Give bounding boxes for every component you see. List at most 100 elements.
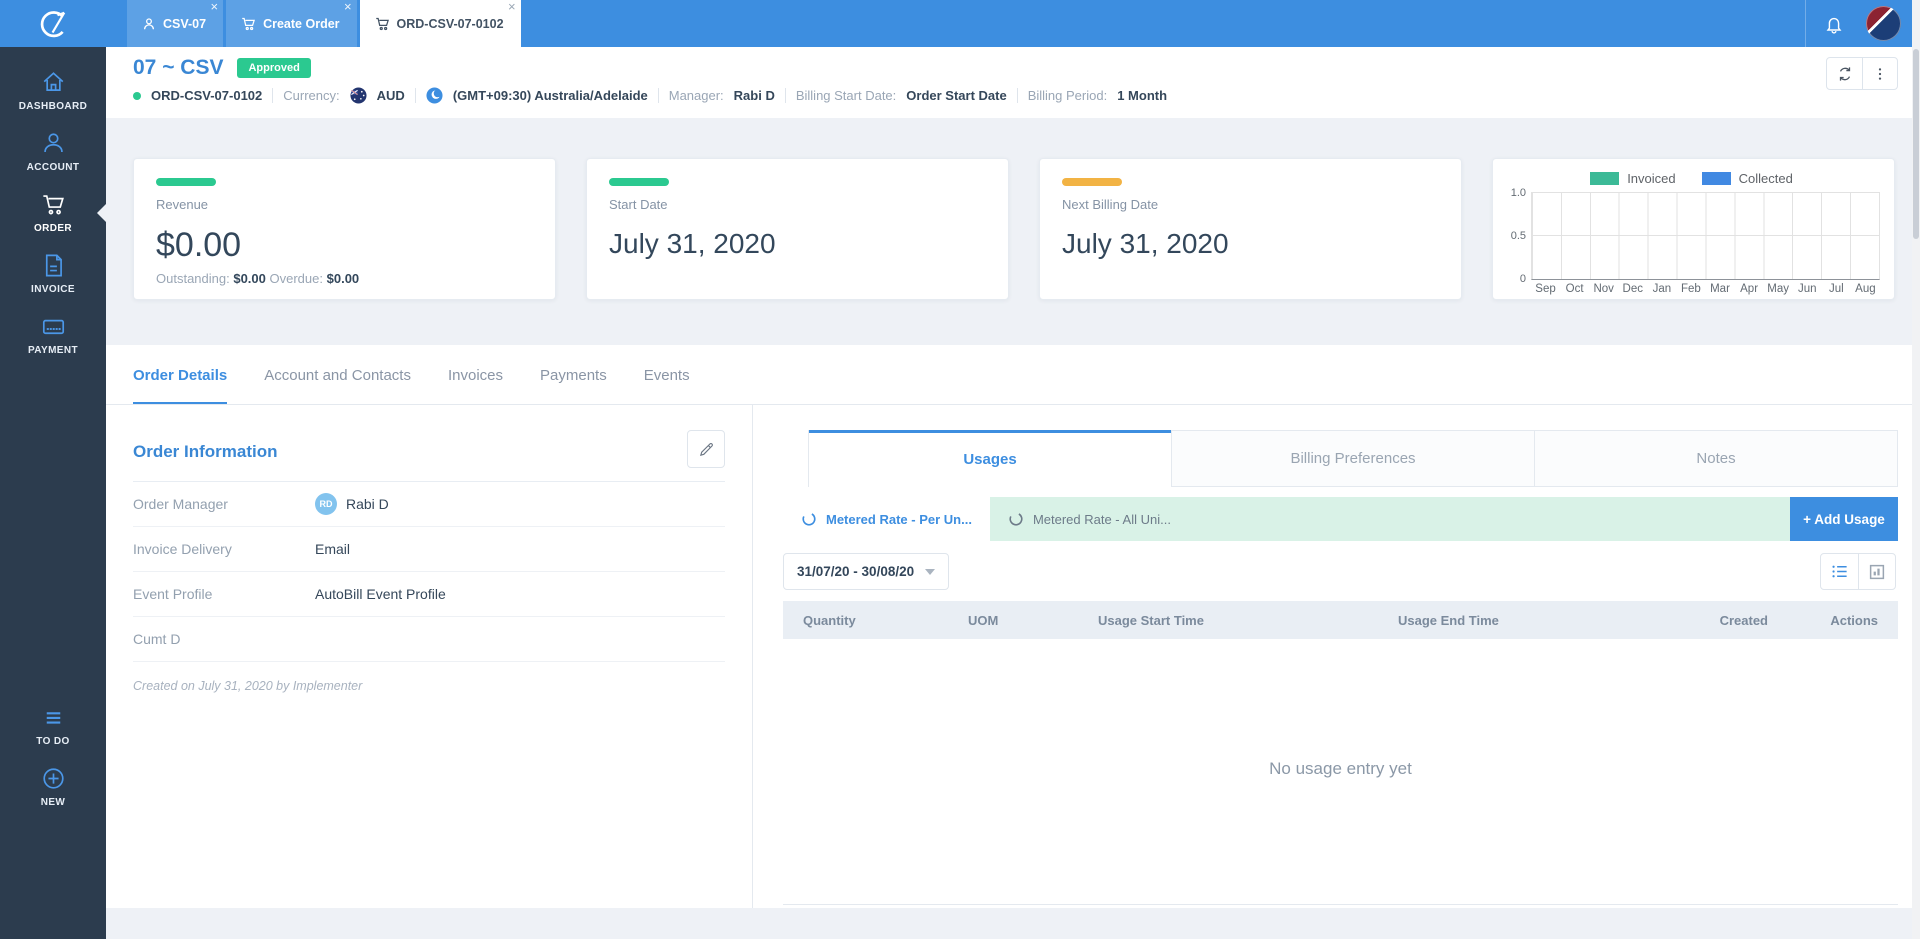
topbar-right bbox=[1805, 0, 1912, 47]
y-tick: 1.0 bbox=[1511, 187, 1526, 199]
page-scrollbar[interactable] bbox=[1912, 0, 1920, 939]
tab-payments[interactable]: Payments bbox=[540, 367, 607, 405]
info-label: Order Manager bbox=[133, 496, 315, 512]
billing-start-value: Order Start Date bbox=[906, 88, 1006, 103]
invoiced-collected-chart-card: Invoiced Collected 1.0 0.5 0 Sep Oct Nov bbox=[1492, 158, 1895, 300]
tab-order-details[interactable]: Order Details bbox=[133, 367, 227, 405]
overdue-value: $0.00 bbox=[327, 271, 360, 286]
sidebar-item-todo[interactable]: TO DO bbox=[0, 695, 106, 756]
meter-icon bbox=[801, 511, 817, 527]
sidebar-item-label: DASHBOARD bbox=[19, 101, 88, 112]
legend-label: Invoiced bbox=[1627, 171, 1675, 186]
x-tick: Nov bbox=[1589, 283, 1618, 295]
chevron-down-icon bbox=[925, 569, 935, 575]
x-tick: Feb bbox=[1676, 283, 1705, 295]
billing-period-label: Billing Period: bbox=[1028, 88, 1108, 103]
app-logo[interactable] bbox=[0, 0, 106, 47]
tab-account-and-contacts[interactable]: Account and Contacts bbox=[264, 367, 411, 405]
charge-chip-metered-all-units[interactable]: Metered Rate - All Uni... bbox=[990, 497, 1189, 541]
column-header-usage-start-time: Usage Start Time bbox=[1098, 613, 1398, 628]
workspace-tab-label: Create Order bbox=[263, 17, 339, 31]
meter-icon bbox=[1008, 511, 1024, 527]
app-window: CSV-07 × Create Order × ORD-CSV-07-0102 … bbox=[0, 0, 1920, 939]
edit-order-button[interactable] bbox=[687, 430, 725, 468]
info-row-cumt-d: Cumt D bbox=[133, 617, 725, 662]
close-icon[interactable]: × bbox=[508, 0, 516, 14]
currency-label: Currency: bbox=[283, 88, 339, 103]
more-options-button[interactable] bbox=[1862, 58, 1897, 89]
refresh-icon bbox=[1836, 65, 1854, 83]
panel-divider bbox=[752, 405, 753, 908]
sidebar-item-invoice[interactable]: INVOICE bbox=[0, 243, 106, 304]
refresh-button[interactable] bbox=[1827, 58, 1862, 89]
card-label: Start Date bbox=[609, 197, 986, 212]
user-avatar[interactable] bbox=[1866, 6, 1901, 41]
list-icon bbox=[40, 704, 67, 731]
workspace-tab-create-order[interactable]: Create Order × bbox=[226, 0, 356, 47]
y-tick: 0.5 bbox=[1511, 230, 1526, 242]
legend-item-collected: Collected bbox=[1702, 171, 1793, 186]
usage-subtabs: Usages Billing Preferences Notes bbox=[808, 430, 1898, 487]
outstanding-value: $0.00 bbox=[233, 271, 266, 286]
usages-panel: Usages Billing Preferences Notes Metered… bbox=[783, 430, 1898, 905]
notifications-button[interactable] bbox=[1805, 0, 1861, 47]
subtab-usages[interactable]: Usages bbox=[809, 430, 1171, 487]
order-detail-tabs: Order Details Account and Contacts Invoi… bbox=[133, 367, 690, 405]
order-information-panel: Order Information Order Manager RD Rabi … bbox=[133, 422, 725, 693]
cart-icon bbox=[40, 191, 67, 218]
usage-table-header: Quantity UOM Usage Start Time Usage End … bbox=[783, 601, 1898, 639]
info-row-event-profile: Event Profile AutoBill Event Profile bbox=[133, 572, 725, 617]
chart-view-button[interactable] bbox=[1858, 554, 1895, 589]
subtab-billing-preferences[interactable]: Billing Preferences bbox=[1171, 430, 1534, 487]
x-tick: Jun bbox=[1793, 283, 1822, 295]
close-icon[interactable]: × bbox=[344, 0, 352, 14]
date-range-dropdown[interactable]: 31/07/20 - 30/08/20 bbox=[783, 553, 949, 590]
workspace-tab-account[interactable]: CSV-07 × bbox=[127, 0, 223, 47]
sidebar: DASHBOARD ACCOUNT ORDER INVOICE bbox=[0, 47, 106, 939]
invoiced-swatch bbox=[1590, 172, 1619, 185]
x-tick: Oct bbox=[1560, 283, 1589, 295]
person-icon bbox=[40, 130, 67, 157]
sidebar-item-label: TO DO bbox=[36, 736, 69, 747]
close-icon[interactable]: × bbox=[211, 0, 219, 14]
start-date-value: July 31, 2020 bbox=[609, 228, 986, 260]
column-header-created: Created bbox=[1678, 613, 1768, 628]
scrollbar-thumb[interactable] bbox=[1913, 49, 1919, 239]
sidebar-item-account[interactable]: ACCOUNT bbox=[0, 121, 106, 182]
collected-swatch bbox=[1702, 172, 1731, 185]
subtab-notes[interactable]: Notes bbox=[1534, 430, 1897, 487]
card-accent-bar bbox=[1062, 178, 1122, 186]
next-billing-card: Next Billing Date July 31, 2020 bbox=[1039, 158, 1462, 300]
tab-events[interactable]: Events bbox=[644, 367, 690, 405]
info-label: Invoice Delivery bbox=[133, 541, 315, 557]
order-id: ORD-CSV-07-0102 bbox=[151, 88, 262, 103]
sidebar-item-new[interactable]: NEW bbox=[0, 756, 106, 817]
chart-x-axis: Sep Oct Nov Dec Jan Feb Mar Apr May Jun … bbox=[1531, 283, 1880, 295]
page-title[interactable]: 07 ~ CSV bbox=[133, 56, 223, 80]
main-content: Order Details Account and Contacts Invoi… bbox=[106, 345, 1912, 908]
charge-chip-label: Metered Rate - Per Un... bbox=[826, 512, 972, 527]
billing-period-value: 1 Month bbox=[1117, 88, 1167, 103]
info-label: Cumt D bbox=[133, 631, 315, 647]
list-view-icon bbox=[1830, 562, 1849, 581]
header-actions bbox=[1826, 57, 1898, 90]
divider bbox=[1017, 88, 1018, 103]
sidebar-item-dashboard[interactable]: DASHBOARD bbox=[0, 60, 106, 121]
sidebar-item-payment[interactable]: PAYMENT bbox=[0, 304, 106, 365]
legend-item-invoiced: Invoiced bbox=[1590, 171, 1675, 186]
sidebar-item-order[interactable]: ORDER bbox=[0, 182, 106, 243]
card-label: Revenue bbox=[156, 197, 533, 212]
info-value: RD Rabi D bbox=[315, 493, 389, 515]
chart-grid bbox=[1531, 192, 1880, 280]
created-by-note: Created on July 31, 2020 by Implementer bbox=[133, 662, 725, 693]
tab-invoices[interactable]: Invoices bbox=[448, 367, 503, 405]
timezone-globe-icon bbox=[426, 87, 443, 104]
sidebar-bottom-group: TO DO NEW bbox=[0, 695, 106, 817]
workspace-tab-order[interactable]: ORD-CSV-07-0102 × bbox=[360, 0, 521, 47]
sidebar-item-label: ORDER bbox=[34, 223, 72, 234]
list-view-button[interactable] bbox=[1821, 554, 1858, 589]
charge-chip-metered-per-unit[interactable]: Metered Rate - Per Un... bbox=[783, 497, 990, 541]
add-usage-button[interactable]: + Add Usage bbox=[1790, 497, 1898, 541]
next-billing-value: July 31, 2020 bbox=[1062, 228, 1439, 260]
x-tick: May bbox=[1764, 283, 1793, 295]
